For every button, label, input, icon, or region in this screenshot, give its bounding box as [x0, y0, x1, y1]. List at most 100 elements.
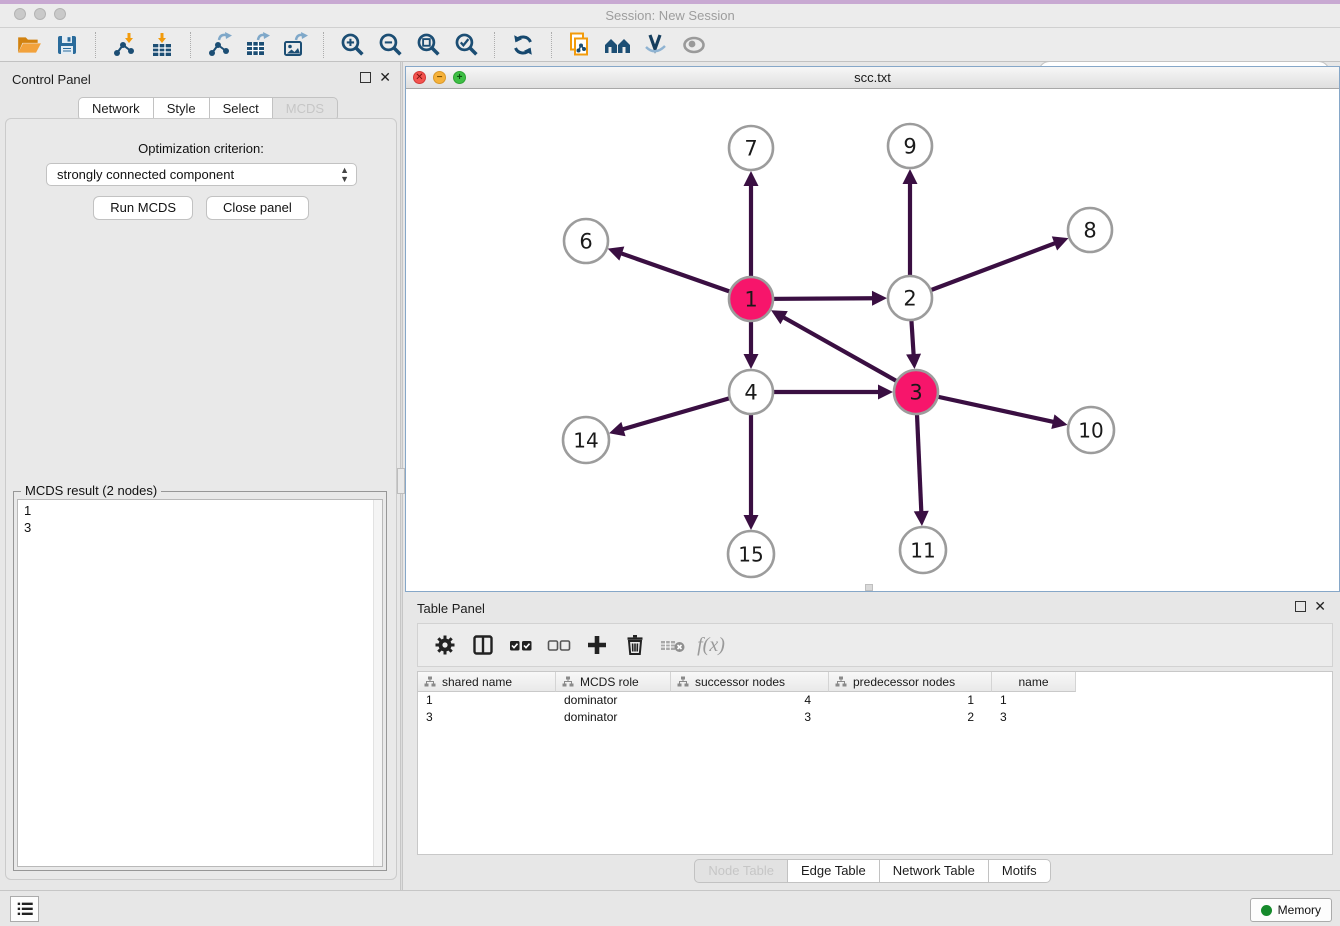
- column-label: successor nodes: [695, 675, 785, 689]
- column-type-icon: [835, 676, 847, 688]
- delete-table-icon[interactable]: [656, 628, 690, 662]
- table-options-icon[interactable]: [428, 628, 462, 662]
- graph-edge-arrowhead: [878, 385, 893, 400]
- tab-node-table[interactable]: Node Table: [694, 859, 788, 883]
- column-type-icon: [424, 676, 436, 688]
- table-row: 3dominator323: [418, 710, 1332, 726]
- clone-network-icon[interactable]: [565, 31, 595, 59]
- network-resize-handle[interactable]: [865, 584, 873, 591]
- function-builder-icon[interactable]: f(x): [694, 628, 728, 662]
- table-cell-predecessor-nodes[interactable]: 1: [829, 693, 992, 709]
- table-cell-successor-nodes[interactable]: 3: [671, 710, 829, 726]
- memory-status-icon: [1261, 905, 1272, 916]
- column-label: predecessor nodes: [853, 675, 955, 689]
- status-bar: Memory: [0, 890, 1340, 926]
- control-panel-title: Control Panel: [12, 72, 91, 87]
- tab-motifs[interactable]: Motifs: [989, 859, 1051, 883]
- table-cell-mcds-role[interactable]: dominator: [556, 693, 671, 709]
- save-session-icon[interactable]: [52, 31, 82, 59]
- export-network-icon[interactable]: [204, 31, 234, 59]
- zoom-out-icon[interactable]: [375, 31, 405, 59]
- zoom-in-icon[interactable]: [337, 31, 367, 59]
- show-details-icon[interactable]: [679, 31, 709, 59]
- import-table-icon[interactable]: [147, 31, 177, 59]
- graph-edge-arrowhead: [609, 422, 625, 436]
- first-neighbors-icon[interactable]: [603, 31, 633, 59]
- graph-edge-arrowhead: [872, 291, 887, 306]
- titlebar-accent: [0, 0, 1340, 4]
- table-row: 1dominator411: [418, 693, 1332, 709]
- import-network-icon[interactable]: [109, 31, 139, 59]
- close-table-panel-icon[interactable]: ✕: [1314, 601, 1326, 612]
- run-mcds-button[interactable]: Run MCDS: [93, 196, 193, 220]
- table-header-row: shared name MCDS role successor nodes prede…: [418, 672, 1332, 692]
- panel-divider-handle[interactable]: [397, 468, 405, 494]
- mcds-result-group: MCDS result (2 nodes) 1 3: [13, 491, 387, 871]
- table-panel-title: Table Panel: [417, 601, 485, 616]
- zoom-selected-icon[interactable]: [451, 31, 481, 59]
- main-toolbar: [0, 28, 1340, 62]
- app-titlebar: Session: New Session: [0, 0, 1340, 28]
- graph-node-label-14: 14: [573, 429, 598, 453]
- criterion-dropdown[interactable]: strongly connected component ▲▼: [46, 163, 357, 186]
- dropdown-stepper-icon: ▲▼: [340, 166, 349, 184]
- result-scrollbar[interactable]: [373, 500, 382, 866]
- column-header-mcds-role[interactable]: MCDS role: [556, 672, 671, 692]
- add-column-icon[interactable]: [580, 628, 614, 662]
- graph-node-label-7: 7: [744, 137, 757, 161]
- column-header-name[interactable]: name: [992, 672, 1076, 692]
- network-graph: 7968124314101511: [406, 89, 1339, 591]
- export-table-icon[interactable]: [242, 31, 272, 59]
- close-panel-icon[interactable]: ✕: [379, 72, 391, 83]
- graph-node-label-9: 9: [903, 135, 916, 159]
- network-window-title: scc.txt: [406, 70, 1339, 85]
- table-cell-shared-name[interactable]: 1: [418, 693, 556, 709]
- show-column-icon[interactable]: [466, 628, 500, 662]
- node-table: shared name MCDS role successor nodes prede…: [417, 671, 1333, 855]
- column-header-shared-name[interactable]: shared name: [418, 672, 556, 692]
- open-file-icon[interactable]: [14, 31, 44, 59]
- table-body: 1dominator4113dominator323: [418, 693, 1332, 726]
- column-header-predecessor-nodes[interactable]: predecessor nodes: [829, 672, 992, 692]
- optimization-criterion-label: Optimization criterion:: [6, 141, 396, 156]
- table-panel: Table Panel ✕ f(x) shared nameMCDS roles…: [405, 595, 1340, 890]
- unselect-all-columns-icon[interactable]: [542, 628, 576, 662]
- tab-network-table[interactable]: Network Table: [880, 859, 989, 883]
- close-panel-button[interactable]: Close panel: [206, 196, 309, 220]
- column-label: shared name: [442, 675, 512, 689]
- table-cell-name[interactable]: 3: [992, 710, 1076, 726]
- network-window: ✕ − + scc.txt 7968124314101511: [405, 66, 1340, 592]
- graph-edge-2-8[interactable]: [910, 243, 1056, 298]
- refresh-view-icon[interactable]: [508, 31, 538, 59]
- network-canvas[interactable]: 7968124314101511: [406, 89, 1339, 591]
- table-tabs: Node TableEdge TableNetwork TableMotifs: [405, 859, 1340, 883]
- graph-edge-arrowhead: [744, 354, 759, 369]
- graph-edge-arrowhead: [1051, 414, 1067, 429]
- table-cell-mcds-role[interactable]: dominator: [556, 710, 671, 726]
- table-cell-shared-name[interactable]: 3: [418, 710, 556, 726]
- task-history-button[interactable]: [10, 896, 39, 922]
- column-header-successor-nodes[interactable]: successor nodes: [671, 672, 829, 692]
- graph-edge-arrowhead: [744, 515, 759, 530]
- table-cell-predecessor-nodes[interactable]: 2: [829, 710, 992, 726]
- float-table-panel-icon[interactable]: [1295, 601, 1306, 612]
- select-all-columns-icon[interactable]: [504, 628, 538, 662]
- float-panel-icon[interactable]: [360, 72, 371, 83]
- delete-columns-icon[interactable]: [618, 628, 652, 662]
- zoom-fit-icon[interactable]: [413, 31, 443, 59]
- graph-edge-arrowhead: [608, 247, 625, 261]
- control-panel: Control Panel ✕ NetworkStyleSelectMCDS O…: [5, 66, 397, 880]
- column-type-icon: [562, 676, 574, 688]
- tab-edge-table[interactable]: Edge Table: [788, 859, 880, 883]
- hide-selected-icon[interactable]: [641, 31, 671, 59]
- network-window-titlebar[interactable]: ✕ − + scc.txt: [406, 67, 1339, 89]
- export-image-icon[interactable]: [280, 31, 310, 59]
- memory-label: Memory: [1278, 903, 1321, 917]
- memory-button[interactable]: Memory: [1250, 898, 1332, 922]
- table-cell-successor-nodes[interactable]: 4: [671, 693, 829, 709]
- mcds-result-text[interactable]: 1 3: [17, 499, 383, 867]
- table-cell-name[interactable]: 1: [992, 693, 1076, 709]
- graph-node-label-2: 2: [903, 287, 916, 311]
- mcds-result-title: MCDS result (2 nodes): [21, 483, 161, 498]
- window-title: Session: New Session: [0, 8, 1340, 23]
